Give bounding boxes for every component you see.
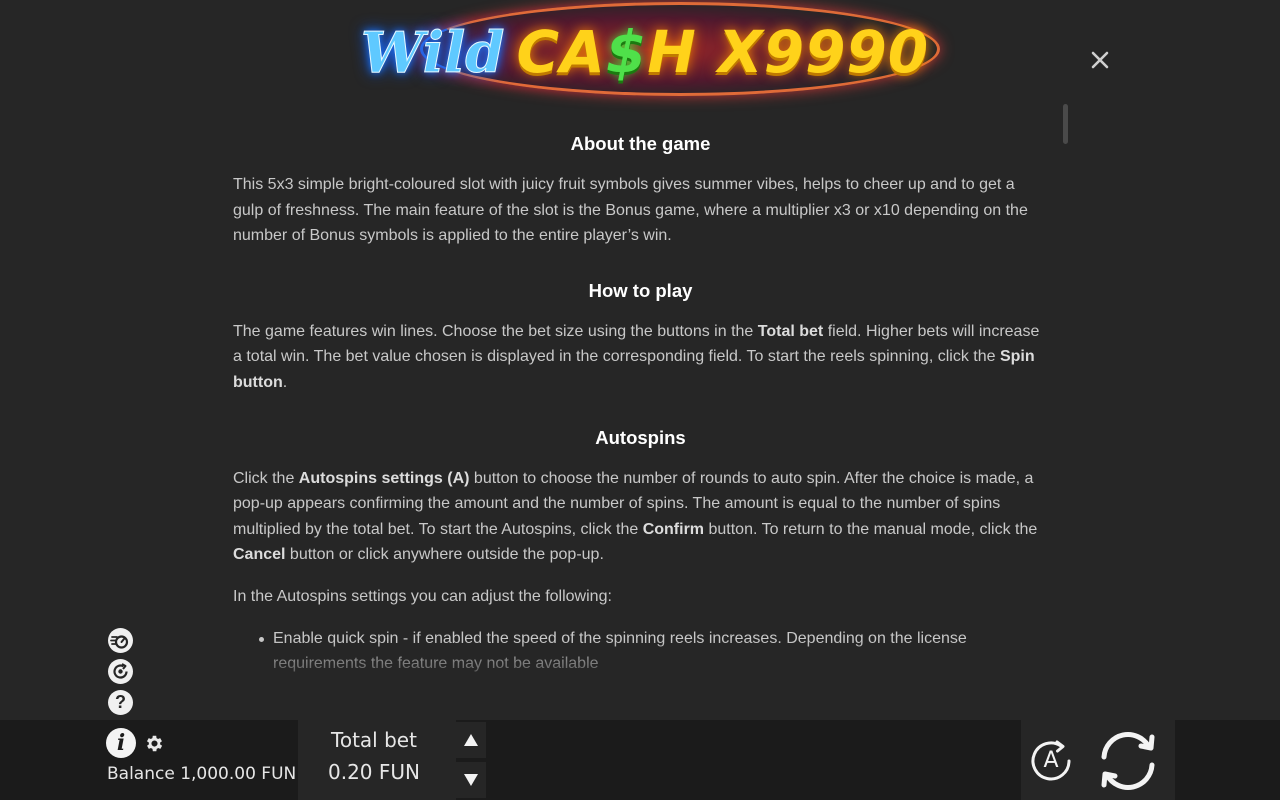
section-title: How to play	[588, 279, 693, 301]
logo-cash-word: CA$H X9990	[516, 18, 929, 86]
section-text: This 5x3 simple bright-coloured slot wit…	[233, 176, 1028, 245]
text-run: button. To return to the manual mode, cl…	[704, 520, 1038, 538]
logo-wild-word: Wild	[360, 20, 505, 87]
turbo-icon	[108, 628, 133, 653]
text-run: .	[282, 373, 288, 391]
section-how-to-play: How to play The game features win lines.…	[233, 275, 1048, 396]
logo-dollar-sign: $	[605, 18, 648, 86]
section-about: About the game This 5x3 simple bright-co…	[233, 128, 1048, 249]
list-item: Enable quick spin - if enabled the speed…	[259, 626, 1048, 677]
triangle-up-icon	[464, 734, 478, 746]
decrease-bet-button[interactable]	[456, 762, 486, 798]
total-bet-label: Total bet	[331, 728, 417, 752]
rules-content[interactable]: About the game This 5x3 simple bright-co…	[233, 128, 1048, 693]
section-text: In the Autospins settings you can adjust…	[233, 587, 612, 605]
autospins-settings-button[interactable]: A	[1028, 738, 1074, 784]
increase-bet-button[interactable]	[456, 722, 486, 758]
info-button[interactable]: i	[106, 728, 136, 758]
text-run: Click the	[233, 469, 299, 487]
triangle-down-icon	[464, 774, 478, 786]
close-button[interactable]	[1086, 46, 1114, 74]
game-logo: Wild CA$H X9990	[350, 0, 940, 104]
section-text: The game features win lines. Choose the …	[233, 319, 1048, 396]
autospin-settings-list: Enable quick spin - if enabled the speed…	[233, 626, 1048, 677]
logo-text: Wild CA$H X9990	[360, 18, 929, 87]
history-icon	[108, 659, 133, 684]
help-icon: ?	[115, 692, 126, 712]
help-button[interactable]: ?	[108, 690, 133, 715]
rules-scrollbar[interactable]	[1063, 104, 1068, 144]
text-run: The game features win lines. Choose the …	[233, 322, 758, 340]
balance-display: Balance 1,000.00 FUN	[107, 764, 297, 784]
bold-term: Autospins settings (A)	[298, 469, 470, 487]
text-run: button or click anywhere outside the pop…	[285, 546, 604, 564]
autospin-label: A	[1043, 748, 1059, 773]
total-bet-value: 0.20 FUN	[328, 760, 420, 784]
bold-term: Cancel	[233, 546, 286, 564]
section-text: Click the Autospins settings (A) button …	[233, 466, 1048, 568]
section-title: About the game	[570, 133, 711, 154]
spin-arrows-icon	[1101, 732, 1155, 790]
logo-cash-part: H	[647, 18, 697, 86]
close-icon	[1091, 51, 1109, 69]
logo-cash-part: CA	[516, 18, 606, 86]
section-autospins: Autospins Click the Autospins settings (…	[233, 422, 1048, 677]
bold-term: Confirm	[642, 520, 705, 538]
turbo-button[interactable]	[108, 628, 133, 653]
info-icon: i	[116, 730, 126, 756]
spin-button[interactable]	[1094, 727, 1162, 795]
logo-multiplier: X9990	[718, 18, 930, 86]
section-title: Autospins	[595, 426, 686, 448]
bold-term: Total bet	[757, 322, 824, 340]
history-button[interactable]	[108, 659, 133, 684]
settings-gear-icon[interactable]	[144, 733, 165, 754]
